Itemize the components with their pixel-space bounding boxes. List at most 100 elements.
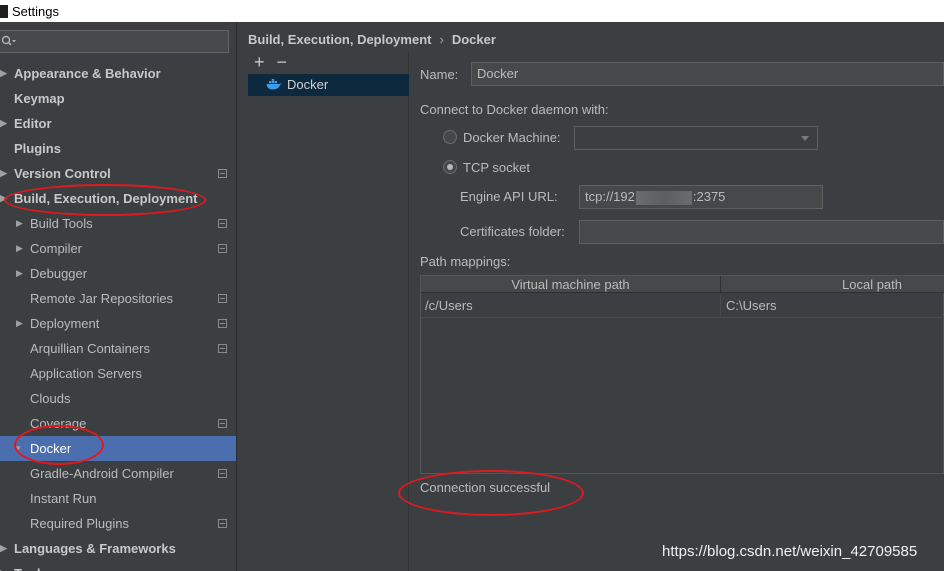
tcp-socket-label: TCP socket	[463, 160, 530, 175]
sidebar-item-label: Debugger	[30, 266, 88, 281]
connect-label: Connect to Docker daemon with:	[420, 102, 609, 117]
sidebar-item-docker[interactable]: ▾ Docker	[0, 436, 236, 461]
sidebar-item-tools[interactable]: ▶ Tools	[0, 561, 236, 571]
search-icon	[1, 35, 16, 46]
add-button[interactable]: +	[254, 53, 265, 71]
sidebar-item-compiler[interactable]: ▶ Compiler	[0, 236, 236, 261]
sidebar-item-label: Tools	[14, 561, 48, 571]
expand-arrow-icon[interactable]: ▶	[0, 186, 7, 211]
sidebar-item-label: Editor	[14, 116, 52, 131]
certificates-label: Certificates folder:	[460, 224, 565, 239]
engine-api-suffix: :2375	[692, 189, 726, 204]
sidebar-item-label: Instant Run	[30, 491, 97, 506]
window-title: Settings	[12, 3, 59, 19]
table-row[interactable]: /c/Users C:\Users	[421, 294, 944, 318]
docker-machine-select[interactable]	[574, 126, 818, 150]
sidebar-item-label: Required Plugins	[30, 516, 130, 531]
project-settings-icon	[218, 344, 227, 353]
breadcrumb-parent: Build, Execution, Deployment	[248, 32, 432, 47]
certificates-input[interactable]	[579, 220, 944, 244]
name-input-value: Docker	[477, 66, 519, 81]
docker-whale-icon	[266, 79, 282, 90]
watermark: https://blog.csdn.net/weixin_42709585	[662, 543, 918, 560]
sidebar-item-label: Compiler	[30, 241, 83, 256]
name-label: Name:	[420, 67, 459, 82]
path-mappings-label: Path mappings:	[420, 254, 511, 269]
sidebar-item-gradle-android-compiler[interactable]: Gradle-Android Compiler	[0, 461, 236, 486]
config-item-label: Docker	[287, 77, 329, 92]
sidebar-item-label: Plugins	[14, 141, 61, 156]
column-header-local-path[interactable]: Local path	[722, 276, 944, 293]
expand-arrow-icon[interactable]: ▶	[0, 161, 7, 186]
breadcrumb: Build, Execution, Deployment › Docker	[248, 31, 496, 49]
engine-api-prefix: tcp://192	[585, 189, 635, 204]
engine-api-input[interactable]: tcp://192 :2375	[579, 185, 823, 209]
sidebar-item-remote-jar-repositories[interactable]: Remote Jar Repositories	[0, 286, 236, 311]
sidebar-item-clouds[interactable]: Clouds	[0, 386, 236, 411]
project-settings-icon	[218, 469, 227, 478]
sidebar-item-label: Deployment	[30, 316, 100, 331]
column-header-virtual-path[interactable]: Virtual machine path	[421, 276, 721, 293]
sidebar-item-label: Remote Jar Repositories	[30, 291, 174, 306]
search-input[interactable]	[0, 30, 229, 53]
tcp-socket-radio[interactable]	[443, 160, 457, 174]
redacted-region	[635, 190, 692, 205]
local-path-cell: C:\Users	[726, 298, 777, 313]
sidebar-item-label: Application Servers	[30, 366, 142, 381]
docker-config-list: + − Docker	[248, 52, 409, 571]
expand-arrow-icon[interactable]: ▾	[16, 436, 21, 461]
sidebar-item-label: Coverage	[30, 416, 87, 431]
sidebar-item-deployment[interactable]: ▶ Deployment	[0, 311, 236, 336]
title-bar: Settings	[0, 0, 944, 22]
expand-arrow-icon[interactable]: ▶	[16, 236, 23, 261]
app-icon	[0, 4, 8, 18]
expand-arrow-icon[interactable]: ▶	[0, 561, 7, 571]
project-settings-icon	[218, 419, 227, 428]
sidebar-item-label: Build, Execution, Deployment	[14, 191, 198, 206]
path-mappings-table: Virtual machine path Local path /c/Users…	[420, 275, 944, 474]
project-settings-icon	[218, 219, 227, 228]
settings-sidebar: ▶ Appearance & Behavior Keymap ▶ Editor Plugi…	[0, 22, 237, 571]
breadcrumb-current: Docker	[451, 32, 496, 47]
expand-arrow-icon[interactable]: ▶	[0, 111, 7, 136]
main-panel: Build, Execution, Deployment › Docker + − …	[238, 22, 944, 571]
expand-arrow-icon[interactable]: ▶	[16, 261, 23, 286]
sidebar-item-label: Gradle-Android Compiler	[30, 466, 174, 481]
project-settings-icon	[218, 169, 227, 178]
sidebar-item-build-execution-deployment[interactable]: ▶ Build, Execution, Deployment	[0, 186, 236, 211]
sidebar-item-build-tools[interactable]: ▶ Build Tools	[0, 211, 236, 236]
sidebar-item-arquillian-containers[interactable]: Arquillian Containers	[0, 336, 236, 361]
config-item-docker[interactable]: Docker	[248, 74, 409, 96]
project-settings-icon	[218, 244, 227, 253]
docker-machine-radio[interactable]	[443, 130, 457, 144]
virtual-path-cell: /c/Users	[421, 294, 721, 318]
expand-arrow-icon[interactable]: ▶	[16, 311, 23, 336]
expand-arrow-icon[interactable]: ▶	[16, 211, 23, 236]
sidebar-item-editor[interactable]: ▶ Editor	[0, 111, 236, 136]
expand-arrow-icon[interactable]: ▶	[0, 536, 7, 561]
chevron-down-icon	[801, 136, 809, 141]
sidebar-item-label: Build Tools	[30, 216, 93, 231]
sidebar-item-appearance-behavior[interactable]: ▶ Appearance & Behavior	[0, 61, 236, 86]
settings-tree: ▶ Appearance & Behavior Keymap ▶ Editor Plugi…	[0, 61, 236, 571]
sidebar-item-instant-run[interactable]: Instant Run	[0, 486, 236, 511]
config-toolbar: + −	[254, 53, 287, 71]
docker-config-form: Name: Docker Connect to Docker daemon wi…	[410, 52, 944, 571]
sidebar-item-keymap[interactable]: Keymap	[0, 86, 236, 111]
remove-button[interactable]: −	[277, 53, 288, 71]
project-settings-icon	[218, 519, 227, 528]
breadcrumb-separator: ›	[439, 32, 444, 47]
sidebar-item-version-control[interactable]: ▶ Version Control	[0, 161, 236, 186]
sidebar-item-plugins[interactable]: Plugins	[0, 136, 236, 161]
sidebar-item-required-plugins[interactable]: Required Plugins	[0, 511, 236, 536]
name-input[interactable]: Docker	[471, 62, 944, 86]
project-settings-icon	[218, 319, 227, 328]
sidebar-item-label: Clouds	[30, 391, 71, 406]
sidebar-item-languages-frameworks[interactable]: ▶ Languages & Frameworks	[0, 536, 236, 561]
sidebar-item-application-servers[interactable]: Application Servers	[0, 361, 236, 386]
sidebar-item-label: Docker	[30, 441, 72, 456]
expand-arrow-icon[interactable]: ▶	[0, 61, 7, 86]
sidebar-item-label: Appearance & Behavior	[14, 66, 161, 81]
sidebar-item-coverage[interactable]: Coverage	[0, 411, 236, 436]
sidebar-item-debugger[interactable]: ▶ Debugger	[0, 261, 236, 286]
